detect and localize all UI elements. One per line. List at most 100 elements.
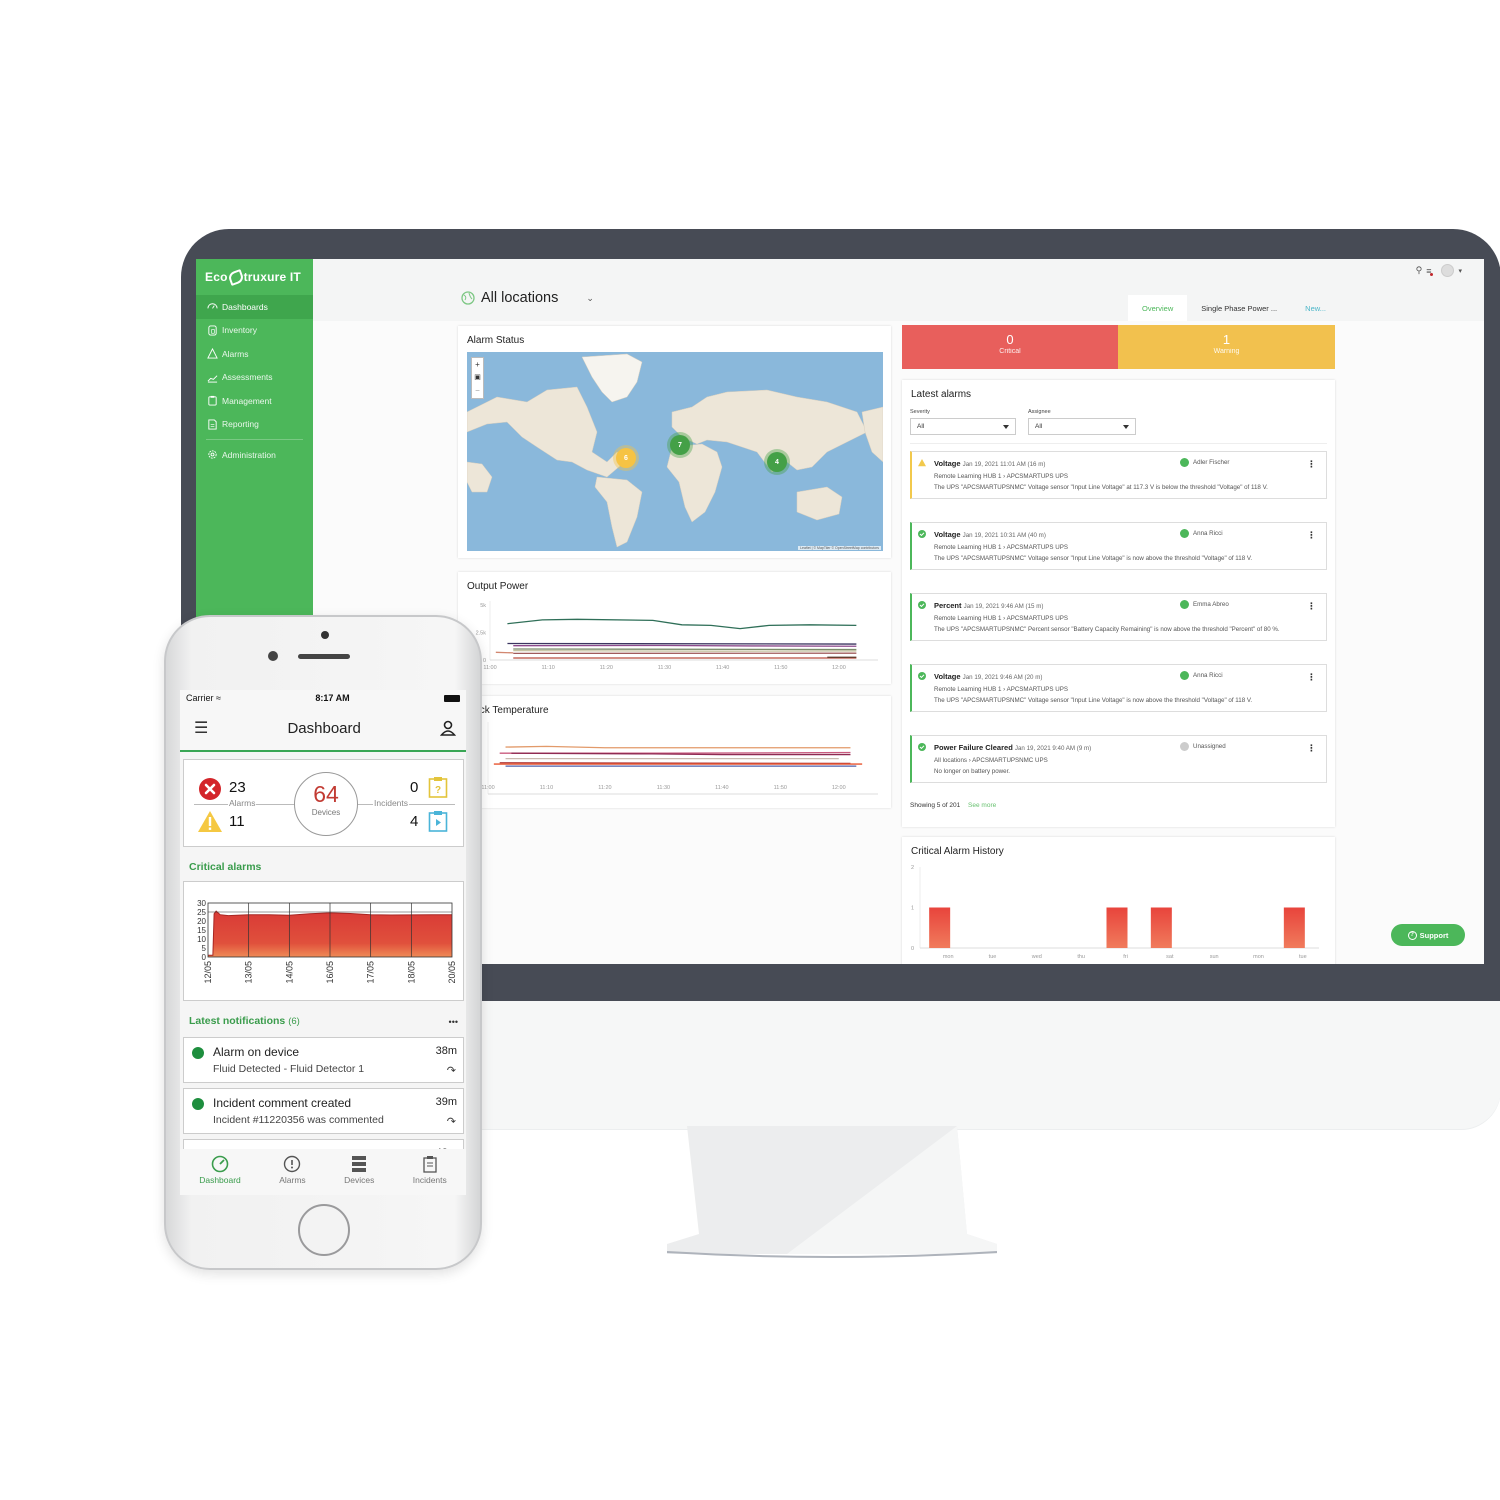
tab-dashboard[interactable]: Dashboard xyxy=(199,1155,241,1195)
alarm-assignee[interactable]: Adler Fischer xyxy=(1180,457,1229,469)
assignee-name: Anna Ricci xyxy=(1193,530,1223,537)
see-more-link[interactable]: See more xyxy=(968,802,996,809)
tab-new[interactable]: New... xyxy=(1291,295,1340,321)
assignee-avatar xyxy=(1180,529,1189,539)
alarm-name: Power Failure Cleared xyxy=(934,743,1013,752)
alarm-item[interactable]: Voltage Jan 19, 2021 9:46 AM (20 m) Remot… xyxy=(910,664,1327,712)
tab-devices[interactable]: Devices xyxy=(344,1155,374,1195)
map-zoom-in-button[interactable]: + xyxy=(472,358,483,371)
location-selector[interactable]: All locations ⌄ xyxy=(461,290,594,306)
alarm-assignee[interactable]: Anna Ricci xyxy=(1180,528,1223,540)
hamburger-menu-icon[interactable]: ☰ xyxy=(194,718,208,738)
severity-filter-select[interactable]: All xyxy=(910,418,1016,435)
assignee-avatar xyxy=(1180,742,1189,752)
alarm-title: Voltage Jan 19, 2021 9:46 AM (20 m) xyxy=(934,670,1318,684)
map-zoom-out-button[interactable]: − xyxy=(472,384,483,397)
sidebar-item-assessments[interactable]: Assessments xyxy=(196,366,313,390)
bar[interactable] xyxy=(1150,907,1172,949)
product-showcase: Eco truxure IT Dashboards Inventory Alar… xyxy=(0,0,1500,1500)
sidebar-item-label: Inventory xyxy=(222,325,257,336)
severity-filter-value: All xyxy=(917,423,925,430)
x-tick-label: 11:50 xyxy=(774,665,787,671)
brand-suffix: truxure IT xyxy=(243,270,301,284)
kebab-menu-icon[interactable]: ⋮ xyxy=(1307,598,1316,615)
notification-title: Alarm on device xyxy=(213,1045,300,1059)
sidebar-item-reporting[interactable]: Reporting xyxy=(196,413,313,437)
notifications-list-icon[interactable]: ≡ xyxy=(1426,266,1434,276)
alarm-item[interactable]: Voltage Jan 19, 2021 11:01 AM (16 m) Remo… xyxy=(910,451,1327,499)
map-cluster-marker[interactable]: 6 xyxy=(616,448,636,468)
sidebar-item-alarms[interactable]: Alarms xyxy=(196,342,313,366)
devices-counter[interactable]: 64 Devices xyxy=(294,772,358,836)
card-title: Critical Alarm History xyxy=(911,846,1004,857)
map-attribution[interactable]: Leaflet | © MapTiler © OpenStreetMap con… xyxy=(798,546,881,550)
notification-title: Incident comment created xyxy=(213,1096,352,1110)
report-icon xyxy=(208,419,217,430)
alarm-message: The UPS "APCSMARTUPSNMC" Percent sensor … xyxy=(934,626,1280,634)
user-avatar[interactable] xyxy=(1441,264,1455,277)
tab-single-phase-power[interactable]: Single Phase Power ... xyxy=(1187,295,1291,321)
sidebar-item-administration[interactable]: Administration xyxy=(196,443,313,467)
assignee-filter-select[interactable]: All xyxy=(1028,418,1136,435)
forward-icon[interactable]: ↷ xyxy=(447,1115,456,1128)
warning-alarm-count[interactable]: 11 xyxy=(229,813,245,830)
alarm-time: Jan 19, 2021 9:46 AM (20 m) xyxy=(962,674,1043,681)
bar[interactable] xyxy=(1106,907,1128,949)
notifications-title: Latest notifications xyxy=(189,1015,286,1027)
alarm-assignee[interactable]: Emma Abreo xyxy=(1180,599,1229,611)
kpi-warning[interactable]: 1 Warning xyxy=(1118,325,1335,369)
alarm-assignee[interactable]: Anna Ricci xyxy=(1180,670,1223,682)
x-tick-label: tue xyxy=(1299,954,1307,960)
in-progress-incidents-count[interactable]: 4 xyxy=(410,813,418,830)
series-line-s3 xyxy=(513,644,857,647)
notification-item[interactable]: Alarm on device Fluid Detected - Fluid D… xyxy=(183,1037,464,1083)
bottom-tab-bar: Dashboard Alarms Devices Incidents xyxy=(180,1149,466,1195)
rack-temperature-card: Rack Temperature 11:00 11:10 11:20 11:30 11:… xyxy=(458,696,891,808)
map-cluster-marker[interactable]: 7 xyxy=(670,435,690,455)
tab-incidents[interactable]: Incidents xyxy=(413,1155,447,1195)
critical-alarm-count[interactable]: 23 xyxy=(229,779,246,796)
more-options-icon[interactable]: ••• xyxy=(449,1017,458,1027)
kebab-menu-icon[interactable]: ⋮ xyxy=(1307,740,1316,757)
sidebar-item-management[interactable]: Management xyxy=(196,389,313,413)
chevron-down-icon[interactable]: ▾ xyxy=(1458,267,1462,275)
kebab-menu-icon[interactable]: ⋮ xyxy=(1307,527,1316,544)
map-cluster-marker[interactable]: 4 xyxy=(767,452,787,472)
alarm-title: Voltage Jan 19, 2021 11:01 AM (16 m) xyxy=(934,457,1318,471)
x-tick-label: 11:10 xyxy=(541,665,554,671)
map-fullscreen-icon[interactable]: ▣ xyxy=(472,371,483,384)
world-map[interactable]: + ▣ − 6 7 4 Leaflet | © MapTiler © OpenS… xyxy=(467,352,883,551)
carrier-label: Carrier ≈ xyxy=(186,693,221,703)
sidebar-item-label: Dashboards xyxy=(222,301,268,312)
open-incidents-count[interactable]: 0 xyxy=(410,779,418,796)
kebab-menu-icon[interactable]: ⋮ xyxy=(1307,669,1316,686)
y-tick-label: 0 xyxy=(483,658,486,664)
kpi-critical[interactable]: 0 Critical xyxy=(902,325,1118,369)
bar[interactable] xyxy=(1283,907,1305,949)
y-tick-label: 0 xyxy=(911,946,914,952)
notification-item[interactable]: Incident comment created Incident #11220… xyxy=(183,1088,464,1134)
sidebar-item-dashboards[interactable]: Dashboards xyxy=(196,295,313,319)
x-tick-label: 12:00 xyxy=(832,665,846,671)
alarm-item[interactable]: Power Failure Cleared Jan 19, 2021 9:40 … xyxy=(910,735,1327,783)
alarm-item[interactable]: Percent Jan 19, 2021 9:46 AM (15 m) Remot… xyxy=(910,593,1327,641)
gear-icon xyxy=(208,450,217,459)
alarm-assignee[interactable]: Unassigned xyxy=(1180,741,1226,753)
x-tick-label: 11:20 xyxy=(600,665,613,671)
rack-temperature-chart: 11:00 11:10 11:20 11:30 11:40 11:50 12:00 xyxy=(481,722,878,795)
kebab-menu-icon[interactable]: ⋮ xyxy=(1307,456,1316,473)
brand-logo[interactable]: Eco truxure IT xyxy=(196,259,313,295)
search-icon[interactable]: ⚲ xyxy=(1416,265,1423,276)
home-button[interactable] xyxy=(298,1204,350,1256)
forward-icon[interactable]: ↷ xyxy=(447,1064,456,1077)
x-tick-label: sun xyxy=(1210,954,1219,960)
sidebar-item-label: Management xyxy=(222,395,272,406)
user-profile-icon[interactable] xyxy=(439,720,456,736)
alarm-item[interactable]: Voltage Jan 19, 2021 10:31 AM (40 m) Remo… xyxy=(910,522,1327,570)
support-button[interactable]: ? Support xyxy=(1391,924,1465,946)
tab-overview[interactable]: Overview xyxy=(1128,295,1188,321)
bar[interactable] xyxy=(929,907,951,949)
tab-alarms[interactable]: Alarms xyxy=(279,1155,306,1195)
showing-count: Showing 5 of 201 xyxy=(910,802,961,809)
sidebar-item-inventory[interactable]: Inventory xyxy=(196,319,313,343)
